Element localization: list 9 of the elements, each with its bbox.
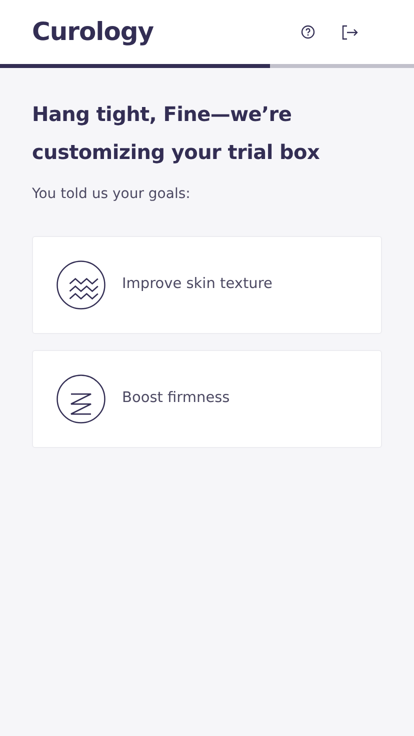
zigzag-icon: [56, 374, 106, 424]
subheading: You told us your goals:: [32, 185, 192, 204]
goal-label: Improve skin texture: [122, 275, 272, 294]
waves-icon: [56, 260, 106, 310]
goal-label: Boost firmness: [122, 389, 230, 408]
logout-icon: [342, 24, 358, 40]
heading: Hang tight, Fine—we’re customizing your trial box: [32, 101, 321, 166]
help-icon: [301, 25, 315, 39]
logo[interactable]: Curology: [32, 13, 154, 51]
